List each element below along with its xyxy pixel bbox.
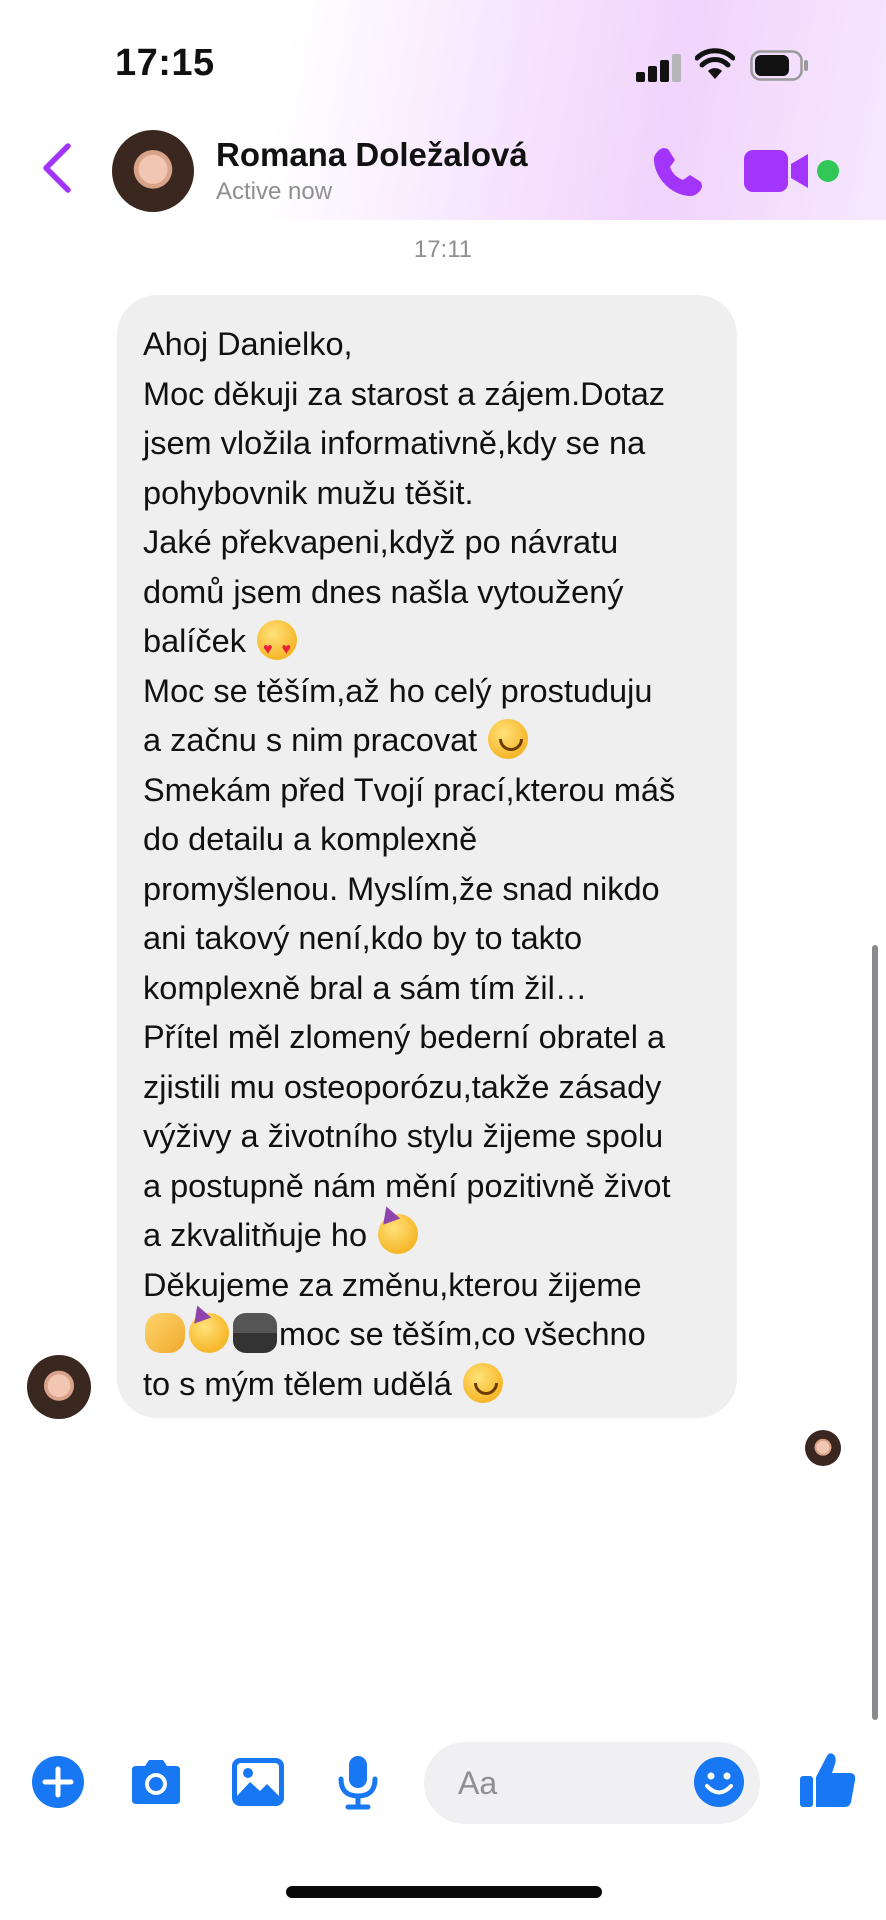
cellular-signal-icon	[636, 52, 684, 82]
footprints-emoji-icon	[233, 1313, 277, 1353]
message-line: to s mým tělem udělá	[143, 1360, 711, 1410]
phone-call-icon[interactable]	[650, 144, 706, 200]
message-line: Smekám před Tvojí prací,kterou máš	[143, 771, 676, 808]
message-line: Děkujeme za změnu,kterou žijeme	[143, 1266, 642, 1303]
contact-name[interactable]: Romana Doležalová	[216, 136, 528, 174]
sender-avatar[interactable]	[27, 1355, 91, 1419]
online-status-dot	[817, 160, 839, 182]
message-line: a postupně nám mění pozitivně život	[143, 1167, 671, 1204]
message-line: a začnu s nim pracovat	[143, 716, 711, 766]
message-line: zjistili mu osteoporózu,takže zásady	[143, 1068, 662, 1105]
heart-eyes-emoji-icon	[257, 620, 298, 675]
wifi-icon	[695, 48, 735, 79]
message-line: Jaké překvapeni,když po návratu	[143, 524, 619, 560]
message-line: a zkvalitňuje ho	[143, 1211, 711, 1261]
plus-icon[interactable]	[30, 1754, 86, 1810]
message-line: komplexně bral a sám tím žil…	[143, 969, 588, 1006]
battery-icon	[750, 50, 808, 81]
message-line: promyšlenou. Myslím,že snad nikdo	[143, 870, 660, 907]
thumbs-up-icon[interactable]	[798, 1750, 858, 1810]
message-line: jsem vložila informativně,kdy se na	[143, 425, 646, 461]
message-line: Moc se těším,až ho celý prostuduju	[143, 672, 653, 709]
microphone-icon[interactable]	[330, 1754, 386, 1810]
message-line: pohybovnik mužu těšit.	[143, 474, 474, 511]
partying-face-emoji-icon	[189, 1313, 229, 1353]
message-line: do detailu a komplexně	[143, 821, 478, 857]
partying-face-emoji-icon	[378, 1214, 419, 1254]
camera-icon[interactable]	[128, 1754, 184, 1810]
smiling-face-emoji-icon	[462, 1362, 503, 1403]
slight-smile-emoji-icon	[488, 719, 529, 759]
video-call-icon[interactable]	[744, 150, 810, 192]
message-timestamp: 17:11	[413, 236, 473, 263]
read-receipt-avatar	[805, 1430, 841, 1466]
clapping-hands-emoji-icon	[145, 1313, 185, 1353]
scrollbar[interactable]	[872, 945, 878, 1720]
incoming-message-bubble[interactable]: Ahoj Danielko, Moc děkuji za starost a z…	[117, 295, 737, 1418]
message-line: Moc děkuji za starost a zájem.Dotaz	[143, 375, 666, 412]
emoji-picker-icon[interactable]	[692, 1755, 746, 1809]
photo-gallery-icon[interactable]	[230, 1754, 286, 1810]
message-line: Ahoj Danielko,	[143, 326, 353, 362]
message-line: Přítel měl zlomený bederní obratel a	[143, 1019, 666, 1055]
contact-avatar[interactable]	[112, 130, 194, 212]
message-line: výživy a životního stylu žijeme spolu	[143, 1118, 664, 1154]
message-line: moc se těším,co všechno	[143, 1310, 711, 1360]
message-input[interactable]	[458, 1762, 668, 1804]
back-chevron-icon[interactable]	[38, 140, 78, 196]
status-time: 17:15	[115, 42, 215, 84]
contact-status: Active now	[216, 178, 333, 205]
message-line: balíček	[143, 617, 711, 675]
home-indicator[interactable]	[286, 1886, 602, 1898]
message-line: domů jsem dnes našla vytoužený	[143, 573, 624, 610]
message-line: ani takový není,kdo by to takto	[143, 920, 583, 956]
